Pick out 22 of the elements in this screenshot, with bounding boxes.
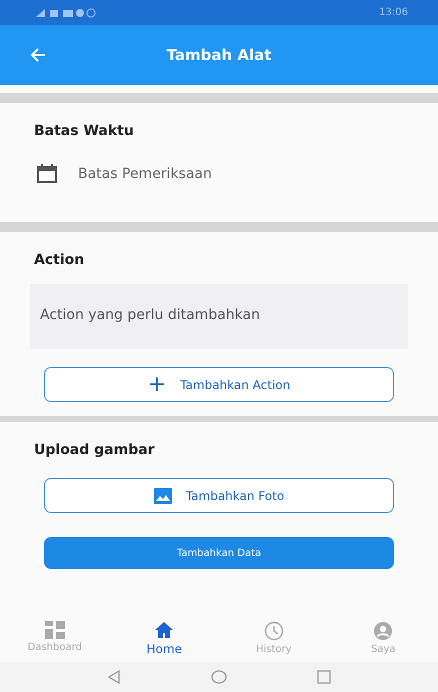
calendar-icon bbox=[36, 164, 58, 184]
account-icon bbox=[373, 621, 394, 641]
section-heading: Upload gambar bbox=[34, 442, 156, 458]
home-circle-icon[interactable] bbox=[211, 670, 227, 684]
status-time: 13:06 bbox=[379, 7, 408, 18]
grid-icon bbox=[44, 621, 65, 639]
section-heading: Action bbox=[34, 252, 86, 268]
screen-title: Tambah Alat bbox=[166, 46, 272, 64]
recents-square-icon[interactable] bbox=[317, 670, 331, 684]
back-arrow-icon[interactable] bbox=[30, 48, 46, 62]
section-heading: Batas Waktu bbox=[34, 123, 135, 139]
date-placeholder: Batas Pemeriksaan bbox=[78, 166, 212, 182]
date-field[interactable]: Batas Pemeriksaan bbox=[30, 139, 408, 214]
back-triangle-icon[interactable] bbox=[107, 670, 121, 684]
add-action-button[interactable]: + Tambahkan Action bbox=[44, 367, 394, 402]
nav-tab[interactable]: Home bbox=[124, 621, 204, 656]
home-icon bbox=[154, 621, 174, 639]
action-input-field[interactable]: Action yang perlu ditambahkan bbox=[30, 284, 408, 349]
image-icon bbox=[154, 488, 172, 504]
clock-icon bbox=[264, 621, 284, 641]
add-photo-button[interactable]: Tambahkan Foto bbox=[44, 478, 394, 513]
submit-button[interactable]: Tambahkan Data bbox=[44, 537, 394, 569]
